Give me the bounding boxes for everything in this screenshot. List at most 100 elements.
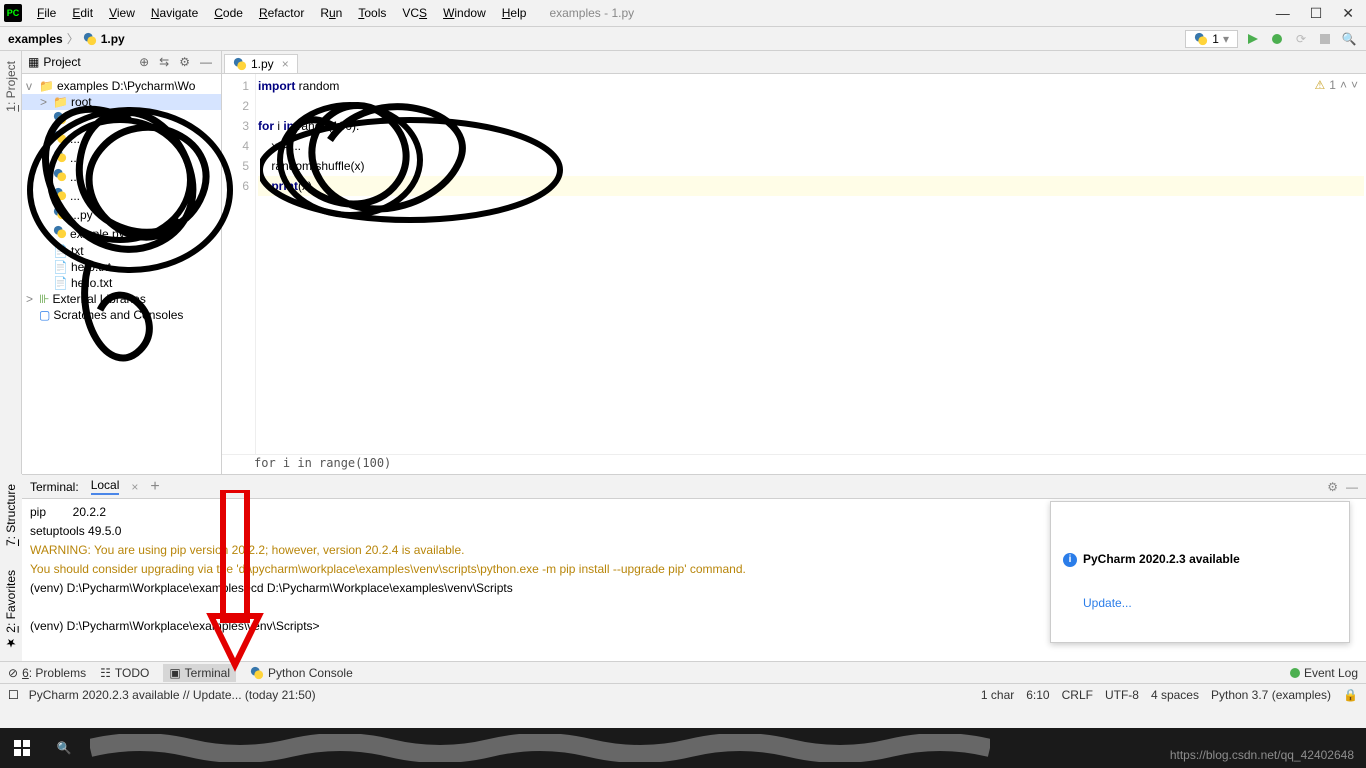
tree-node[interactable]: 📄hello.txt [22, 275, 221, 291]
line-gutter: 123456 [222, 74, 256, 454]
code-editor[interactable]: import random for i in range(100): x = .… [256, 74, 1366, 454]
menu-run[interactable]: Run [313, 4, 349, 22]
tool-project-tab[interactable]: 1: Project [4, 57, 18, 116]
gear-icon[interactable]: ⚙ [1327, 480, 1338, 494]
gear-icon[interactable]: ⚙ [176, 55, 193, 69]
tree-node[interactable]: ... [22, 186, 221, 205]
status-indent[interactable]: 4 spaces [1151, 688, 1199, 702]
warning-count: 1 [1329, 78, 1336, 92]
inspection-status[interactable]: ⚠ 1 ˄ ˅ [1315, 78, 1358, 92]
tree-label: ... [70, 132, 80, 146]
tree-node[interactable]: ▢Scratches and Consoles [22, 307, 221, 323]
scratch-icon: ▢ [39, 308, 50, 322]
tool-favorites-tab[interactable]: ★ 2: Favorites [4, 566, 18, 654]
status-line-ending[interactable]: CRLF [1062, 688, 1093, 702]
tree-node[interactable]: ... [22, 167, 221, 186]
tree-label: ... [70, 170, 80, 184]
chevron-down-icon: ▾ [1223, 32, 1229, 46]
info-icon: i [1063, 553, 1077, 567]
python-icon [53, 187, 67, 204]
tree-node[interactable]: ... [22, 110, 221, 129]
tree-node[interactable]: ...py [22, 205, 221, 224]
terminal-body[interactable]: pip 20.2.2 setuptools 49.5.0 WARNING: Yo… [22, 499, 1366, 661]
breadcrumb[interactable]: examples 〉 1.py [8, 30, 125, 47]
start-button[interactable] [6, 732, 38, 764]
status-interpreter[interactable]: Python 3.7 (examples) [1211, 688, 1331, 702]
status-message[interactable]: PyCharm 2020.2.3 available // Update... … [29, 688, 316, 702]
status-lock-icon[interactable]: ☐ [8, 688, 19, 702]
project-panel-title: Project [43, 55, 132, 69]
python-icon [53, 206, 67, 223]
add-terminal-icon[interactable]: + [150, 478, 159, 496]
menu-help[interactable]: Help [495, 4, 534, 22]
project-panel-icon: ▦ [28, 55, 39, 69]
menu-view[interactable]: View [102, 4, 142, 22]
terminal-output: pip 20.2.2 setuptools 49.5.0 [30, 505, 121, 538]
run-with-coverage-button[interactable]: ⟳ [1292, 30, 1310, 48]
debug-button[interactable] [1268, 30, 1286, 48]
tree-node[interactable]: ... [22, 129, 221, 148]
tree-label: hero.txt [71, 260, 111, 274]
tree-node[interactable]: >⊪External Libraries [22, 291, 221, 307]
status-encoding[interactable]: UTF-8 [1105, 688, 1139, 702]
run-button[interactable] [1244, 30, 1262, 48]
project-tree[interactable]: v📁examples D:\Pycharm\Wo>📁root..........… [22, 74, 221, 327]
terminal-tool[interactable]: ▣Terminal [163, 664, 236, 682]
locate-icon[interactable]: ⊕ [136, 55, 152, 69]
menu-edit[interactable]: Edit [65, 4, 100, 22]
menu-file[interactable]: File [30, 4, 63, 22]
maximize-icon[interactable]: ☐ [1310, 5, 1323, 22]
python-icon [1194, 32, 1208, 46]
python-icon [83, 32, 97, 46]
menu-bar: File Edit View Navigate Code Refactor Ru… [30, 4, 533, 22]
python-icon [53, 111, 67, 128]
tree-node[interactable]: v📁examples D:\Pycharm\Wo [22, 78, 221, 94]
hide-terminal-icon[interactable]: — [1346, 480, 1358, 494]
status-position[interactable]: 6:10 [1026, 688, 1049, 702]
menu-refactor[interactable]: Refactor [252, 4, 311, 22]
expand-icon[interactable]: ⇆ [156, 55, 172, 69]
breadcrumb-root[interactable]: examples [8, 32, 63, 46]
update-link[interactable]: Update... [1083, 596, 1132, 610]
menu-window[interactable]: Window [436, 4, 493, 22]
tree-node[interactable]: exmple.py [22, 224, 221, 243]
stop-button[interactable] [1316, 30, 1334, 48]
menu-tools[interactable]: Tools [351, 4, 393, 22]
windows-taskbar[interactable]: 🔍 https://blog.csdn.net/qq_42402648 [0, 728, 1366, 768]
hide-panel-icon[interactable]: — [197, 55, 215, 69]
problems-tool[interactable]: ⊘6: Problems [8, 666, 86, 680]
menu-code[interactable]: Code [207, 4, 250, 22]
run-config-selector[interactable]: 1 ▾ [1185, 30, 1238, 48]
code-breadcrumb[interactable]: for i in range(100) [222, 454, 1366, 474]
tree-label: ... [70, 151, 80, 165]
terminal-tab-local[interactable]: Local [91, 478, 120, 495]
menu-navigate[interactable]: Navigate [144, 4, 205, 22]
chevron-down-icon[interactable]: ˅ [1351, 78, 1358, 92]
python-console-tool[interactable]: Python Console [250, 666, 353, 680]
file-icon: 📄 [53, 260, 68, 274]
breadcrumb-file[interactable]: 1.py [101, 32, 125, 46]
tree-node[interactable]: ... [22, 148, 221, 167]
window-title: examples - 1.py [549, 6, 634, 20]
close-tab-icon[interactable]: × [282, 57, 289, 71]
warning-icon: ⚠ [1315, 78, 1326, 92]
event-log-tool[interactable]: Event Log [1290, 666, 1358, 680]
status-lock-icon[interactable]: 🔒 [1343, 688, 1358, 702]
tree-node[interactable]: >📁root [22, 94, 221, 110]
todo-tool[interactable]: ☷TODO [100, 666, 149, 680]
taskbar-apps[interactable] [90, 734, 990, 762]
chevron-up-icon[interactable]: ˄ [1340, 78, 1347, 92]
search-icon[interactable]: 🔍 [1340, 30, 1358, 48]
tree-node[interactable]: 📄txt [22, 243, 221, 259]
tree-label: root [71, 95, 92, 109]
watermark: https://blog.csdn.net/qq_42402648 [1170, 748, 1354, 762]
editor-tab[interactable]: 1.py × [224, 54, 298, 73]
menu-vcs[interactable]: VCS [395, 4, 434, 22]
close-icon[interactable]: ✕ [1342, 5, 1354, 22]
python-icon [53, 225, 67, 242]
tool-structure-tab[interactable]: 7: Structure [4, 480, 18, 550]
search-icon[interactable]: 🔍 [48, 732, 80, 764]
tree-node[interactable]: 📄hero.txt [22, 259, 221, 275]
close-terminal-tab-icon[interactable]: × [131, 480, 138, 494]
minimize-icon[interactable]: — [1276, 5, 1290, 22]
